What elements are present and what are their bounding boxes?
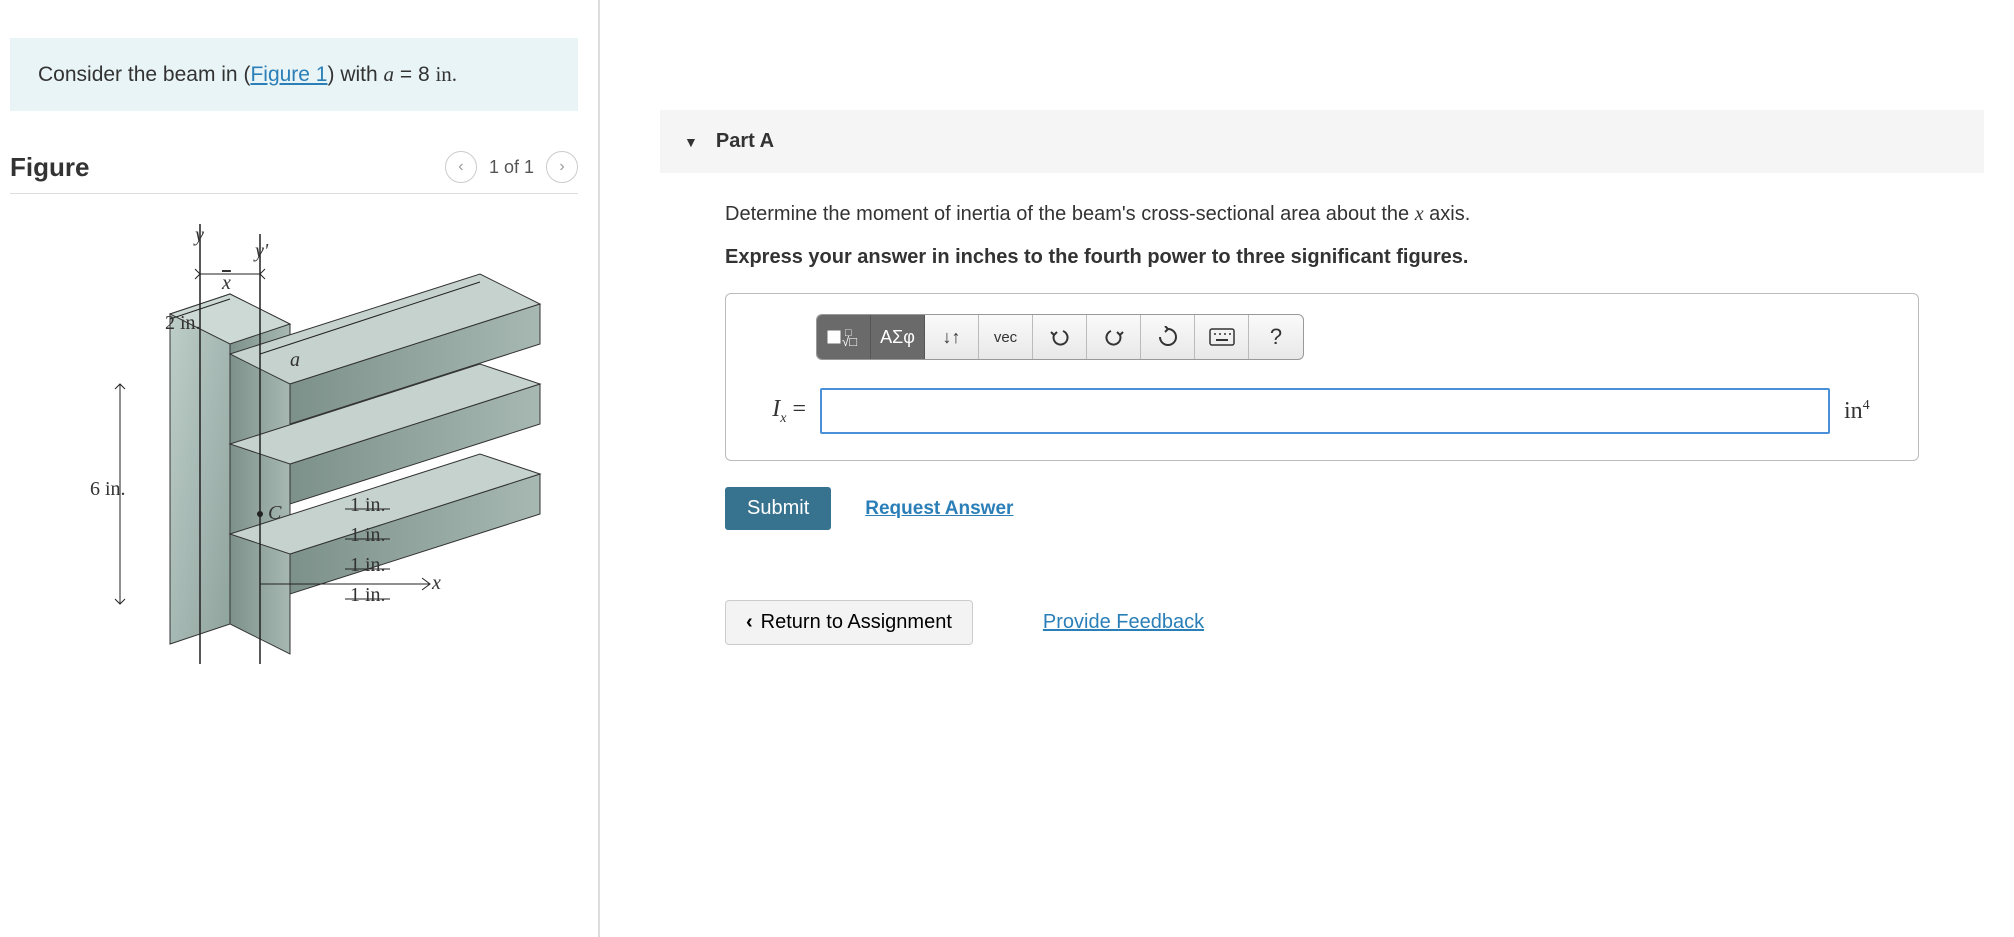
submit-button[interactable]: Submit — [725, 487, 831, 530]
part-title: Part A — [716, 130, 774, 153]
svg-text:√□: √□ — [842, 334, 857, 349]
instructions: Express your answer in inches to the fou… — [725, 246, 1919, 269]
redo-button[interactable] — [1087, 315, 1141, 359]
fig-label-2in: 2 in. — [165, 312, 201, 335]
problem-eq: = 8 — [394, 63, 435, 86]
figure-image: y y' x 2 in. a 6 in. C 1 in. 1 in. 1 in.… — [50, 224, 570, 744]
fig-label-c: C — [268, 502, 281, 525]
answer-label: Ix = — [746, 396, 806, 427]
chevron-left-icon: ‹ — [746, 611, 753, 634]
fig-label-1in-2: 1 in. — [350, 524, 386, 547]
answer-input[interactable] — [820, 388, 1830, 434]
problem-unit: in. — [435, 62, 457, 86]
undo-button[interactable] — [1033, 315, 1087, 359]
fig-label-1in-1: 1 in. — [350, 494, 386, 517]
problem-statement: Consider the beam in (Figure 1) with a =… — [10, 38, 578, 111]
fig-label-x: x — [432, 572, 441, 595]
return-button[interactable]: ‹ Return to Assignment — [725, 600, 973, 645]
part-header[interactable]: ▼ Part A — [660, 110, 1984, 173]
problem-post: ) with — [328, 63, 384, 86]
fig-label-xbar: x — [222, 272, 231, 295]
figure-prev-button[interactable]: ‹ — [445, 151, 477, 183]
problem-pre: Consider the beam in ( — [38, 63, 250, 86]
answer-box: □√□ ΑΣφ ↓↑ vec — [725, 293, 1919, 461]
help-button[interactable]: ? — [1249, 315, 1303, 359]
problem-var: a — [384, 62, 395, 86]
figure-link[interactable]: Figure 1 — [250, 63, 327, 86]
provide-feedback-link[interactable]: Provide Feedback — [1043, 611, 1204, 634]
keyboard-button[interactable] — [1195, 315, 1249, 359]
vec-button[interactable]: vec — [979, 315, 1033, 359]
subscript-button[interactable]: ↓↑ — [925, 315, 979, 359]
fig-label-yprime: y' — [255, 240, 268, 263]
fig-label-y: y — [195, 224, 204, 247]
fig-label-1in-3: 1 in. — [350, 554, 386, 577]
figure-next-button[interactable]: › — [546, 151, 578, 183]
figure-title: Figure — [10, 152, 89, 183]
fig-label-6in: 6 in. — [90, 478, 126, 501]
answer-unit: in4 — [1844, 398, 1898, 425]
request-answer-link[interactable]: Request Answer — [865, 498, 1013, 520]
collapse-icon: ▼ — [684, 134, 698, 150]
prompt-text: Determine the moment of inertia of the b… — [725, 203, 1919, 226]
equation-toolbar: □√□ ΑΣφ ↓↑ vec — [816, 314, 1304, 360]
figure-count: 1 of 1 — [489, 157, 534, 178]
fig-label-1in-4: 1 in. — [350, 584, 386, 607]
reset-button[interactable] — [1141, 315, 1195, 359]
templates-button[interactable]: □√□ — [817, 315, 871, 359]
greek-button[interactable]: ΑΣφ — [871, 315, 925, 359]
fig-label-a: a — [290, 349, 300, 372]
